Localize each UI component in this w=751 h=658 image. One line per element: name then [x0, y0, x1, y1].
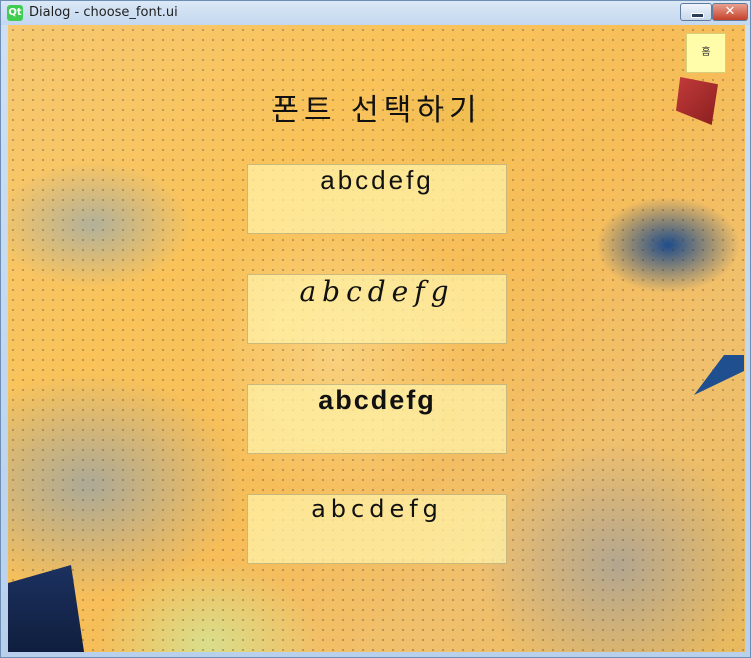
- home-button[interactable]: 홈: [686, 33, 726, 73]
- close-icon: ✕: [724, 4, 736, 19]
- title-bar[interactable]: Qt Dialog - choose_font.ui ✕: [1, 1, 750, 25]
- font-option-button-2[interactable]: abcdefg: [247, 274, 507, 344]
- dialog-content: 폰트 선택하기 abcdefg abcdefg abcdefg abcdefg …: [8, 25, 745, 652]
- font-option-button-3[interactable]: abcdefg: [247, 384, 507, 454]
- window-title: Dialog - choose_font.ui: [29, 5, 178, 20]
- close-button[interactable]: ✕: [712, 3, 748, 21]
- page-title: 폰트 선택하기: [271, 93, 482, 128]
- qt-icon: Qt: [7, 5, 23, 21]
- dialog-window: Qt Dialog - choose_font.ui ✕ 폰트 선택하기 abc…: [0, 0, 751, 658]
- font-option-button-4[interactable]: abcdefg: [247, 494, 507, 564]
- minimize-button[interactable]: [680, 3, 712, 21]
- font-option-button-1[interactable]: abcdefg: [247, 164, 507, 234]
